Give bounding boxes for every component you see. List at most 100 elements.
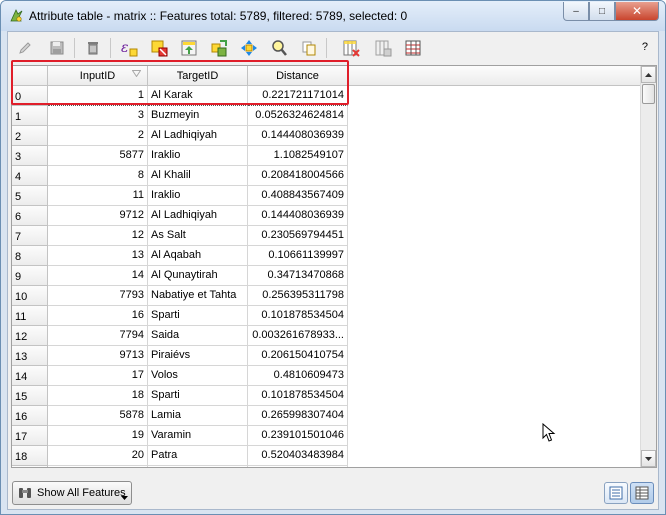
cell-distance[interactable]: 0.10661139997 [248,246,348,266]
cell-distance[interactable]: 0.4810609473 [248,366,348,386]
delete-column-button[interactable] [340,37,362,59]
cell-distance[interactable]: 0.208418004566 [248,166,348,186]
minimize-button[interactable]: – [563,2,589,21]
cell-inputid[interactable]: 5878 [48,406,148,426]
cell-targetid[interactable]: Saida [148,326,248,346]
cell-distance[interactable]: 0.239101501046 [248,426,348,446]
table-row[interactable]: 9 14 Al Qunaytirah 0.34713470868 [12,266,642,286]
cell-distance[interactable]: 0.350232618378 [248,466,348,467]
cell-inputid[interactable]: 9713 [48,346,148,366]
cell-targetid[interactable]: Al Karak [148,86,248,106]
table-row[interactable]: 15 18 Sparti 0.101878534504 [12,386,642,406]
row-header[interactable]: 16 [12,406,48,426]
copy-rows-button[interactable] [298,37,320,59]
cell-targetid[interactable]: Al Khalil [148,166,248,186]
cell-inputid[interactable]: 14 [48,266,148,286]
cell-targetid[interactable]: Al Aqabah [148,246,248,266]
cell-distance[interactable]: 0.003261678933... [248,326,348,346]
zoom-to-selected-button[interactable] [268,37,290,59]
table-row[interactable]: 11 16 Sparti 0.101878534504 [12,306,642,326]
table-row[interactable]: 4 8 Al Khalil 0.208418004566 [12,166,642,186]
cell-inputid[interactable]: 18 [48,386,148,406]
table-row[interactable]: 5 11 Iraklio 0.408843567409 [12,186,642,206]
form-view-button[interactable] [604,482,628,504]
row-header[interactable]: 4 [12,166,48,186]
row-header[interactable]: 13 [12,346,48,366]
cell-distance[interactable]: 0.101878534504 [248,386,348,406]
cell-targetid[interactable]: Al Ladhiqiyah [148,126,248,146]
cell-distance[interactable]: 0.144408036939 [248,206,348,226]
select-by-expression-button[interactable]: ε [118,37,140,59]
row-header[interactable]: 11 [12,306,48,326]
cell-inputid[interactable]: 11 [48,186,148,206]
close-button[interactable]: ✕ [615,2,659,21]
cell-targetid[interactable]: Nabatiye et Tahta [148,286,248,306]
row-header[interactable]: 9 [12,266,48,286]
column-header-inputid[interactable]: InputID [48,66,148,86]
table-row[interactable]: 12 7794 Saida 0.003261678933... [12,326,642,346]
unselect-all-button[interactable] [148,37,170,59]
table-corner[interactable] [12,66,48,86]
table-row[interactable]: 0 1 Al Karak 0.221721171014 [12,86,642,106]
table-row[interactable]: 2 2 Al Ladhiqiyah 0.144408036939 [12,126,642,146]
cell-targetid[interactable]: As Salt [148,226,248,246]
row-header[interactable]: 2 [12,126,48,146]
cell-targetid[interactable]: Iraklio [148,186,248,206]
table-row[interactable]: 18 20 Patra 0.520403483984 [12,446,642,466]
row-header[interactable]: 8 [12,246,48,266]
row-header[interactable]: 3 [12,146,48,166]
cell-inputid[interactable]: 7793 [48,286,148,306]
cell-inputid[interactable]: 7794 [48,326,148,346]
cell-targetid[interactable]: Iraklio [148,146,248,166]
scroll-down-button[interactable] [641,450,656,467]
cell-targetid[interactable]: Patra [148,446,248,466]
cell-distance[interactable]: 0.408843567409 [248,186,348,206]
cell-distance[interactable]: 0.144408036939 [248,126,348,146]
table-row[interactable]: 1921Iraklio0.350232618378 [12,466,642,467]
help-button[interactable]: ? [642,41,648,53]
toggle-editing-button[interactable] [14,37,36,59]
cell-targetid[interactable]: Sparti [148,306,248,326]
table-row[interactable]: 3 5877 Iraklio 1.1082549107 [12,146,642,166]
cell-targetid[interactable]: Iraklio [148,466,248,467]
field-calculator-button[interactable] [402,37,424,59]
cell-inputid[interactable]: 8 [48,166,148,186]
new-column-button[interactable] [372,37,394,59]
cell-distance[interactable]: 0.230569794451 [248,226,348,246]
row-header[interactable]: 12 [12,326,48,346]
table-row[interactable]: 13 9713 Piraiévs 0.206150410754 [12,346,642,366]
cell-targetid[interactable]: Al Ladhiqiyah [148,206,248,226]
row-header[interactable]: 5 [12,186,48,206]
cell-targetid[interactable]: Varamin [148,426,248,446]
cell-inputid[interactable]: 2 [48,126,148,146]
scroll-up-button[interactable] [641,66,656,83]
table-row[interactable]: 10 7793 Nabatiye et Tahta 0.256395311798 [12,286,642,306]
table-row[interactable]: 8 13 Al Aqabah 0.10661139997 [12,246,642,266]
attribute-table[interactable]: InputID TargetID Distance 0 1 Al Karak 0.22… [11,65,657,468]
cell-distance[interactable]: 0.0526324624814 [248,106,348,126]
row-header[interactable]: 7 [12,226,48,246]
row-header[interactable]: 18 [12,446,48,466]
cell-distance[interactable]: 0.206150410754 [248,346,348,366]
cell-inputid[interactable]: 17 [48,366,148,386]
row-header[interactable]: 0 [12,86,48,106]
cell-inputid[interactable]: 16 [48,306,148,326]
invert-selection-button[interactable] [208,37,230,59]
maximize-button[interactable]: □ [589,2,615,21]
cell-inputid[interactable]: 5877 [48,146,148,166]
save-edits-button[interactable] [46,37,68,59]
table-row[interactable]: 1 3 Buzmeyin 0.0526324624814 [12,106,642,126]
cell-inputid[interactable]: 19 [48,426,148,446]
cell-targetid[interactable]: Lamia [148,406,248,426]
cell-inputid[interactable]: 1 [48,86,148,106]
vertical-scrollbar[interactable] [640,66,656,467]
row-header[interactable]: 15 [12,386,48,406]
title-bar[interactable]: Attribute table - matrix :: Features tot… [1,1,665,31]
delete-selected-button[interactable] [82,37,104,59]
column-header-distance[interactable]: Distance [248,66,348,86]
table-row[interactable]: 7 12 As Salt 0.230569794451 [12,226,642,246]
table-row[interactable]: 6 9712 Al Ladhiqiyah 0.144408036939 [12,206,642,226]
move-selection-top-button[interactable] [178,37,200,59]
cell-targetid[interactable]: Buzmeyin [148,106,248,126]
cell-inputid[interactable]: 21 [48,466,148,467]
